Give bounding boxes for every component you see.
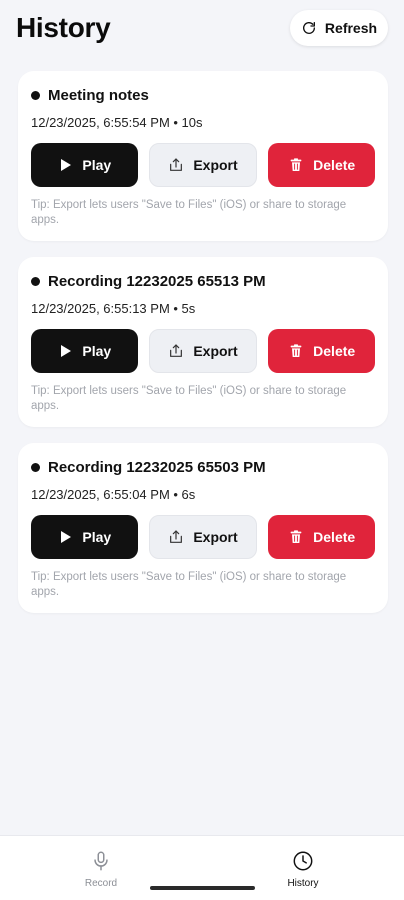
bottom-nav: Record History <box>0 835 404 900</box>
delete-label: Delete <box>313 343 356 359</box>
recording-title: Meeting notes <box>31 87 376 104</box>
export-button[interactable]: Export <box>148 515 258 559</box>
recording-title-text: Meeting notes <box>48 87 149 104</box>
play-icon <box>61 345 72 357</box>
recording-meta: 12/23/2025, 6:55:04 PM • 6s <box>31 487 196 502</box>
nav-item-history[interactable]: History <box>263 850 343 889</box>
export-label: Export <box>193 157 238 173</box>
export-button[interactable]: Export <box>148 329 258 373</box>
recording-title-text: Recording 12232025 65513 PM <box>48 273 266 290</box>
recording-title: Recording 12232025 65503 PM <box>31 459 376 476</box>
bullet-icon <box>31 463 40 472</box>
export-label: Export <box>193 343 238 359</box>
microphone-icon <box>94 851 108 871</box>
share-icon <box>170 158 183 171</box>
export-label: Export <box>193 529 238 545</box>
trash-icon <box>290 158 302 171</box>
clock-icon <box>293 851 313 871</box>
play-icon <box>61 159 72 171</box>
recordings-list: Meeting notes 12/23/2025, 6:55:54 PM • 1… <box>18 71 388 629</box>
play-button[interactable]: Play <box>31 515 138 559</box>
share-icon <box>170 530 183 543</box>
play-label: Play <box>82 157 112 173</box>
recording-card: Meeting notes 12/23/2025, 6:55:54 PM • 1… <box>18 71 388 241</box>
refresh-label: Refresh <box>324 20 378 36</box>
trash-icon <box>290 344 302 357</box>
delete-label: Delete <box>313 157 356 173</box>
recording-actions: Play Export Delete <box>31 515 376 559</box>
home-indicator <box>150 886 255 890</box>
header: History Refresh <box>0 0 404 58</box>
recording-actions: Play Export Delete <box>31 143 376 187</box>
play-button[interactable]: Play <box>31 329 138 373</box>
recording-card: Recording 12232025 65503 PM 12/23/2025, … <box>18 443 388 613</box>
export-button[interactable]: Export <box>148 143 258 187</box>
nav-item-record[interactable]: Record <box>61 850 141 889</box>
refresh-icon <box>302 22 315 34</box>
play-icon <box>61 531 72 543</box>
bullet-icon <box>31 91 40 100</box>
recording-title-text: Recording 12232025 65503 PM <box>48 459 266 476</box>
recording-actions: Play Export Delete <box>31 329 376 373</box>
play-label: Play <box>82 343 112 359</box>
recording-meta: 12/23/2025, 6:55:54 PM • 10s <box>31 115 203 130</box>
nav-record-label: Record <box>84 878 118 889</box>
export-tip: Tip: Export lets users "Save to Files" (… <box>31 385 347 412</box>
recording-title: Recording 12232025 65513 PM <box>31 273 376 290</box>
delete-button[interactable]: Delete <box>268 329 376 373</box>
recording-card: Recording 12232025 65513 PM 12/23/2025, … <box>18 257 388 427</box>
export-tip: Tip: Export lets users "Save to Files" (… <box>31 571 347 598</box>
play-label: Play <box>82 529 112 545</box>
nav-history-label: History <box>287 878 319 889</box>
delete-button[interactable]: Delete <box>268 515 376 559</box>
play-button[interactable]: Play <box>31 143 138 187</box>
trash-icon <box>290 530 302 543</box>
delete-button[interactable]: Delete <box>268 143 376 187</box>
export-tip: Tip: Export lets users "Save to Files" (… <box>31 199 347 226</box>
page-title: History <box>16 12 111 43</box>
recording-meta: 12/23/2025, 6:55:13 PM • 5s <box>31 301 196 316</box>
refresh-button[interactable]: Refresh <box>290 10 388 46</box>
delete-label: Delete <box>313 529 356 545</box>
bullet-icon <box>31 277 40 286</box>
share-icon <box>170 344 183 357</box>
